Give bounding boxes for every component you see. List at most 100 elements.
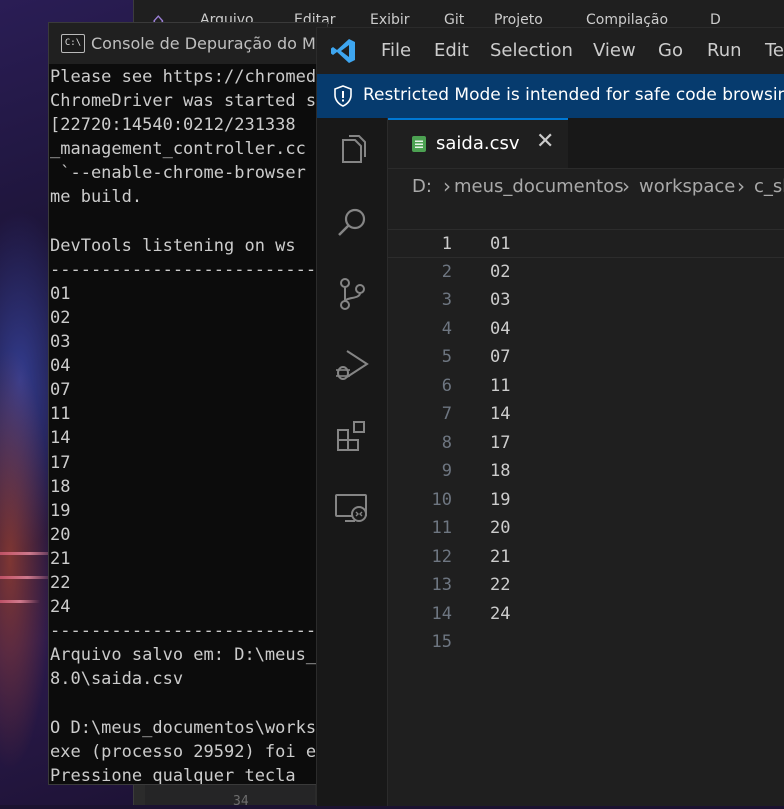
menu-view[interactable]: View — [593, 40, 636, 61]
menu-terminal[interactable]: Terminal — [765, 40, 784, 61]
console-line: DevTools listening on ws — [50, 235, 296, 256]
console-line: 04 — [50, 356, 71, 377]
close-icon[interactable]: ✕ — [536, 129, 554, 154]
bg-menu-item[interactable]: D — [710, 12, 721, 28]
csv-file-icon — [412, 136, 426, 152]
editor-line[interactable]: 15 — [388, 628, 784, 657]
line-content: 03 — [490, 290, 511, 310]
line-content: 02 — [490, 261, 511, 282]
chevron-right-icon: › — [737, 174, 745, 198]
editor-line[interactable]: 12 21 — [388, 543, 784, 572]
bg-menu-item[interactable]: Git — [444, 12, 464, 28]
breadcrumb-item[interactable]: workspace — [639, 176, 735, 197]
bg-menu-item[interactable]: Compilação — [586, 12, 668, 28]
bg-menu-item[interactable]: Projeto — [494, 12, 543, 28]
console-output[interactable]: Please see https://chromedriver.chromium… — [50, 65, 327, 784]
line-content: 14 — [490, 404, 511, 424]
menu-run[interactable]: Run — [707, 40, 742, 61]
breadcrumb-item[interactable]: meus_documentos — [454, 176, 624, 197]
editor-line[interactable]: 13 22 — [388, 571, 784, 600]
editor-line[interactable]: 5 07 — [388, 343, 784, 372]
line-content: 19 — [490, 489, 511, 510]
editor-line[interactable]: 10 19 — [388, 486, 784, 515]
line-content: 20 — [490, 518, 511, 538]
console-line: `--enable-chrome-browser — [50, 163, 306, 184]
line-number: 11 — [431, 518, 452, 538]
editor-line[interactable]: 2 02 — [388, 258, 784, 287]
line-number: 10 — [431, 489, 452, 510]
console-titlebar[interactable]: C:\ Console de Depuração do Microsoft Vi… — [49, 23, 484, 64]
activity-bar — [317, 118, 388, 806]
console-line: 02 — [50, 307, 71, 328]
chevron-right-icon: › — [443, 174, 451, 198]
editor-line[interactable]: 8 17 — [388, 429, 784, 458]
breadcrumb-item[interactable]: c_sharp — [754, 176, 784, 197]
editor-line[interactable]: 3 03 — [388, 286, 784, 315]
editor-line[interactable]: 4 04 — [388, 315, 784, 344]
explorer-icon[interactable] — [333, 132, 371, 170]
console-line: 8.0\saida.csv — [50, 669, 184, 690]
debug-console-window[interactable]: C:\ Console de Depuração do Microsoft Vi… — [48, 22, 484, 785]
line-number: 8 — [441, 432, 452, 453]
console-line: 01 — [50, 283, 71, 304]
console-line: O D:\meus_documentos\workspace — [50, 717, 327, 738]
console-app-icon: C:\ — [61, 34, 85, 53]
search-icon[interactable] — [333, 204, 371, 242]
console-line: 20 — [50, 524, 71, 545]
bg-line-number: 34 — [233, 794, 249, 809]
source-control-icon[interactable] — [333, 275, 371, 313]
console-line: ------------------------------------ — [50, 259, 327, 280]
vscode-window[interactable]: File Edit Selection View Go Run Terminal… — [316, 27, 784, 806]
run-debug-icon[interactable] — [333, 346, 371, 384]
tab-saida-csv[interactable]: saida.csv ✕ — [388, 118, 568, 168]
console-line: 24 — [50, 597, 71, 618]
line-number: 9 — [441, 461, 452, 481]
console-line: me build. — [50, 187, 143, 208]
breadcrumb: D: › meus_documentos › workspace › c_sha… — [388, 169, 784, 205]
console-line: Arquivo salvo em: D:\meus_documentos — [50, 645, 327, 666]
tab-label: saida.csv — [436, 133, 520, 154]
line-number: 15 — [431, 632, 452, 652]
line-content: 22 — [490, 575, 511, 595]
code-editor[interactable]: 1 01 2 02 3 03 4 04 5 07 6 11 7 14 8 17 9 18 10 19 11 20 12 21 1… — [388, 205, 784, 806]
shield-icon — [334, 85, 352, 107]
console-line: ChromeDriver was started successfully. — [50, 91, 327, 112]
console-line: 07 — [50, 380, 71, 401]
line-number: 5 — [441, 347, 452, 367]
editor-line[interactable]: 9 18 — [388, 457, 784, 486]
line-number: 7 — [441, 404, 452, 424]
line-number: 4 — [441, 318, 452, 339]
restricted-mode-banner[interactable]: Restricted Mode is intended for safe cod… — [317, 74, 784, 118]
editor-line[interactable]: 6 11 — [388, 372, 784, 401]
console-line: exe (processo 29592) foi encerrado — [50, 741, 327, 762]
console-line: Please see https://chromedriver.chromium… — [50, 67, 327, 87]
editor-line[interactable]: 7 14 — [388, 400, 784, 429]
console-line: 14 — [50, 428, 71, 449]
menu-edit[interactable]: Edit — [434, 40, 469, 61]
line-number: 3 — [441, 290, 452, 310]
console-line: ------------------------------------ — [50, 621, 327, 642]
menu-file[interactable]: File — [381, 40, 411, 61]
editor-tab-strip: saida.csv ✕ — [388, 118, 784, 169]
console-line: 18 — [50, 476, 71, 497]
line-content: 24 — [490, 603, 511, 624]
vscode-menubar: File Edit Selection View Go Run Terminal — [317, 28, 784, 74]
remote-explorer-icon[interactable] — [333, 490, 371, 528]
editor-line[interactable]: 1 01 — [388, 229, 784, 258]
console-line: 21 — [50, 548, 71, 569]
extensions-icon[interactable] — [333, 418, 371, 456]
console-line: 03 — [50, 332, 71, 353]
menu-selection[interactable]: Selection — [490, 40, 573, 61]
line-number: 2 — [441, 261, 452, 282]
line-content: 18 — [490, 461, 511, 481]
editor-line[interactable]: 14 24 — [388, 600, 784, 629]
bg-menu-item[interactable]: Exibir — [370, 12, 410, 28]
editor-line[interactable]: 11 20 — [388, 514, 784, 543]
menu-go[interactable]: Go — [658, 40, 683, 61]
line-number: 14 — [431, 603, 452, 624]
line-number: 13 — [431, 575, 452, 595]
line-content: 11 — [490, 375, 511, 396]
breadcrumb-item[interactable]: D: — [412, 176, 432, 197]
line-content: 04 — [490, 318, 511, 339]
